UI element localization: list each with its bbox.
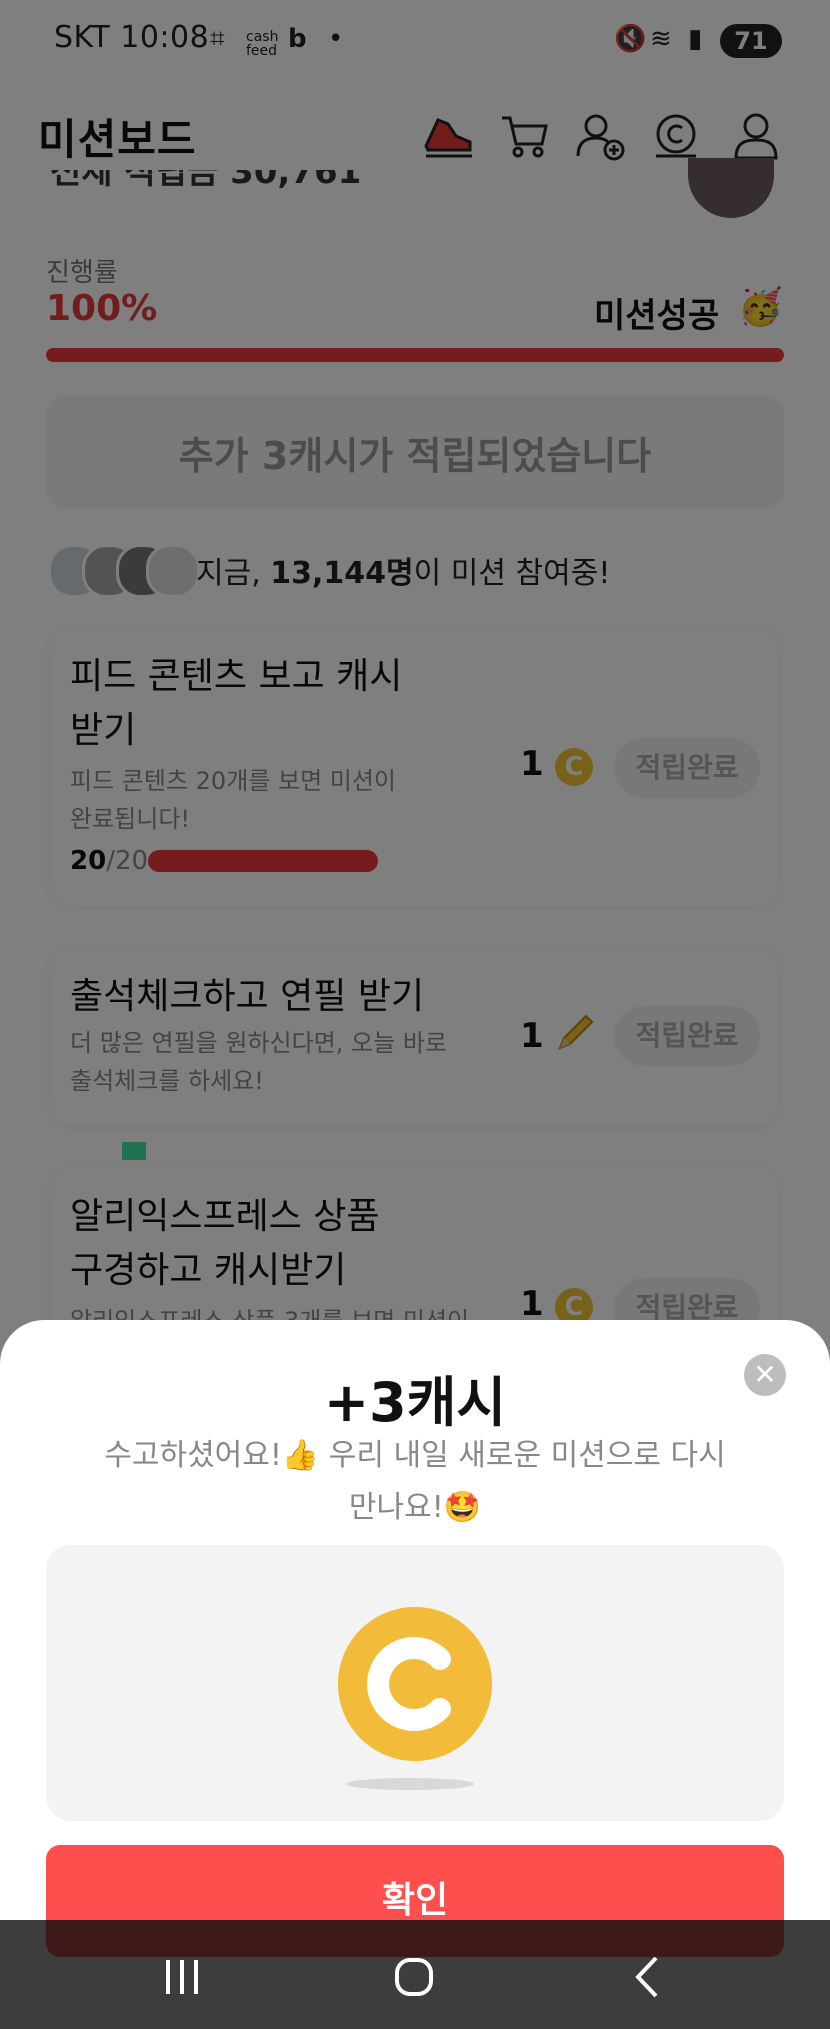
reward-message: 수고하셨어요!👍 우리 내일 새로운 미션으로 다시 만나요!🤩 [104, 1438, 726, 1525]
reward-title: +3캐시 [323, 1371, 507, 1434]
recent-apps-icon[interactable] [152, 1950, 212, 2006]
close-icon[interactable]: ✕ [744, 1354, 786, 1396]
back-icon[interactable] [618, 1950, 678, 2006]
cash-coin-icon [338, 1607, 492, 1761]
coin-shadow [346, 1778, 474, 1790]
home-icon[interactable] [384, 1950, 444, 2006]
